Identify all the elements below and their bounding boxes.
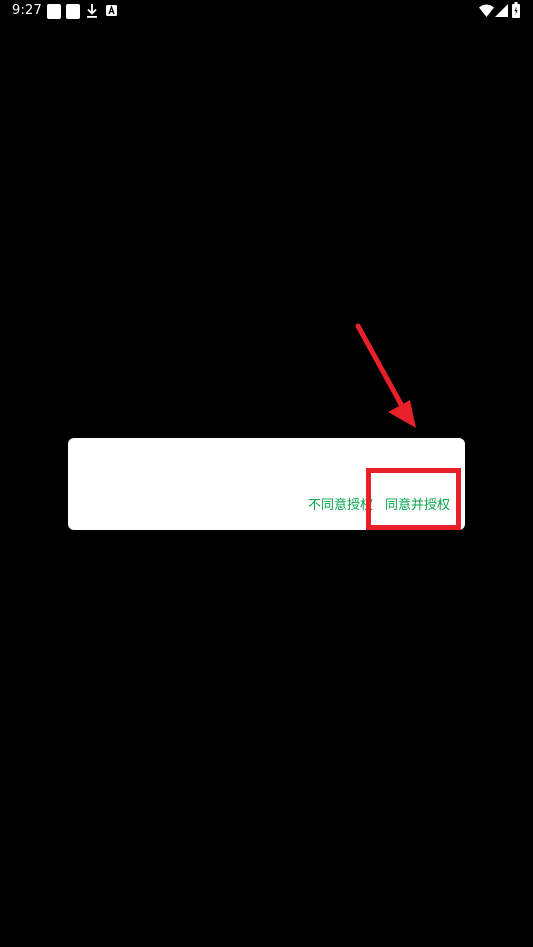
- download-icon: [87, 4, 97, 18]
- pointer-arrow-icon: [355, 323, 416, 428]
- status-bar: 9:27: [0, 0, 533, 24]
- app-notification-icon: [66, 4, 80, 19]
- screen: 9:27 不同意授权 同意并授权: [0, 0, 533, 947]
- decline-authorization-button[interactable]: 不同意授权: [308, 497, 373, 515]
- a-badge-icon: [106, 5, 117, 16]
- app-notification-icon: [47, 4, 61, 19]
- battery-icon: [512, 2, 520, 18]
- status-time: 9:27: [12, 3, 42, 18]
- cellular-signal-icon: [495, 4, 508, 17]
- highlight-box: [366, 468, 461, 530]
- wifi-icon: [479, 4, 494, 17]
